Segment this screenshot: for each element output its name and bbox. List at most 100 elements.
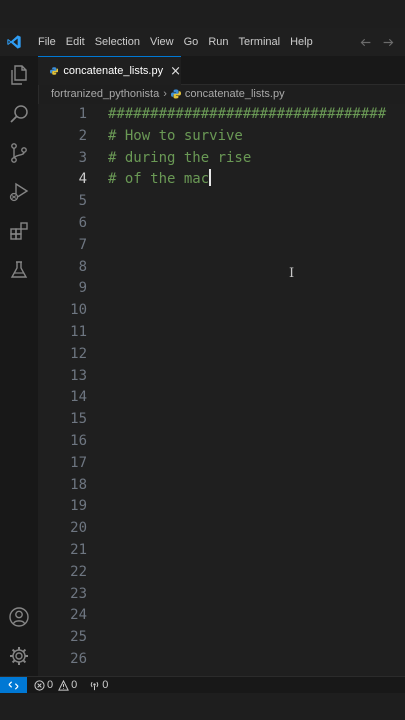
arrow-left-icon[interactable] [359, 36, 372, 49]
navigation-arrows [359, 28, 395, 56]
editor-line[interactable]: 24 [38, 605, 405, 627]
line-number: 14 [70, 389, 87, 406]
tab-concatenate-lists[interactable]: concatenate_lists.py × [38, 56, 181, 85]
error-count: 0 [47, 679, 54, 691]
explorer-icon[interactable] [7, 63, 31, 87]
line-number: 24 [70, 607, 87, 624]
editor-line[interactable]: 22 [38, 562, 405, 584]
line-number: 7 [78, 236, 87, 253]
line-number: 15 [70, 411, 87, 428]
breadcrumb-file[interactable]: concatenate_lists.py [185, 88, 285, 100]
line-number: 4 [78, 171, 87, 188]
editor-line[interactable]: 15 [38, 409, 405, 431]
line-number: 2 [78, 127, 87, 144]
menu-run[interactable]: Run [203, 28, 233, 56]
editor-line[interactable]: 4 # of the mac [38, 169, 405, 191]
editor-line[interactable]: 18 [38, 475, 405, 497]
line-number: 9 [78, 280, 87, 297]
line-number: 16 [70, 433, 87, 449]
broadcast-icon [91, 681, 99, 690]
extensions-icon[interactable] [7, 219, 31, 243]
editor-line[interactable]: 9 [38, 278, 405, 300]
line-number: 17 [70, 454, 87, 471]
editor-line[interactable]: 25 [38, 627, 405, 649]
code-comment: ################################# [108, 106, 387, 122]
editor-line[interactable]: 14 [38, 387, 405, 409]
editor-line[interactable]: 17 [38, 453, 405, 475]
editor-line[interactable]: 2 # How to survive [38, 126, 405, 148]
code-editor[interactable]: 1 ################################# 2 # How… [38, 104, 405, 676]
tab-bar: concatenate_lists.py × [38, 56, 405, 85]
breadcrumb-folder[interactable]: fortranized_pythonista [51, 88, 159, 100]
editor-line[interactable]: 26 [38, 649, 405, 671]
testing-icon[interactable] [7, 258, 31, 282]
editor-line[interactable]: 21 [38, 540, 405, 562]
ports-count: 0 [102, 679, 109, 691]
line-number: 13 [70, 367, 87, 384]
editor-line[interactable]: 6 [38, 213, 405, 235]
python-file-icon [50, 67, 59, 75]
line-number: 26 [70, 651, 87, 667]
remote-icon[interactable] [0, 677, 27, 693]
editor-line[interactable]: 19 [38, 496, 405, 518]
line-number: 12 [70, 345, 87, 362]
editor-line[interactable]: 20 [38, 518, 405, 540]
source-control-icon[interactable] [7, 141, 31, 165]
code-comment: # during the rise [108, 149, 252, 166]
status-bar: 0 0 0 [0, 676, 405, 693]
account-icon[interactable] [7, 605, 31, 629]
menu-file[interactable]: File [33, 28, 61, 56]
vscode-logo-icon [7, 35, 21, 49]
editor-line[interactable]: 3 # during the rise [38, 148, 405, 170]
line-number: 5 [78, 193, 87, 210]
editor-line[interactable]: 23 [38, 584, 405, 606]
line-number: 11 [70, 324, 87, 340]
line-number: 21 [70, 542, 87, 558]
close-icon[interactable]: × [170, 65, 181, 78]
manage-gear-icon[interactable] [7, 644, 31, 668]
run-debug-icon[interactable] [7, 180, 31, 204]
warning-icon [58, 679, 70, 691]
line-number: 10 [70, 302, 87, 319]
line-number: 19 [70, 498, 87, 515]
python-file-icon [170, 89, 181, 99]
line-number: 3 [78, 149, 87, 166]
line-number: 25 [70, 629, 87, 646]
chevron-right-icon: › [163, 88, 167, 100]
menu-go[interactable]: Go [179, 28, 204, 56]
editor-line[interactable]: 8 [38, 257, 405, 279]
problems-indicator[interactable]: 0 0 [34, 679, 77, 691]
mouse-text-cursor-icon: I [289, 266, 295, 281]
line-number: 8 [78, 258, 87, 275]
editor-line[interactable]: 11 [38, 322, 405, 344]
editor-line[interactable]: 1 ################################# [38, 104, 405, 126]
editor-line[interactable]: 7 [38, 235, 405, 257]
text-caret [209, 169, 212, 187]
line-number: 22 [70, 563, 87, 580]
ports-indicator[interactable]: 0 [89, 679, 108, 691]
editor-line[interactable]: 5 [38, 191, 405, 213]
editor-line[interactable]: 12 [38, 344, 405, 366]
menu-selection[interactable]: Selection [90, 28, 145, 56]
code-comment: # of the mac [108, 169, 212, 188]
menu-view[interactable]: View [145, 28, 179, 56]
line-number: 20 [70, 520, 87, 537]
menu-terminal[interactable]: Terminal [234, 28, 286, 56]
line-number: 1 [78, 106, 87, 122]
search-icon[interactable] [7, 102, 31, 126]
code-comment: # How to survive [108, 127, 243, 144]
breadcrumb: fortranized_pythonista › concatenate_lis… [38, 84, 405, 104]
menu-help[interactable]: Help [285, 28, 318, 56]
tab-label: concatenate_lists.py [63, 65, 164, 77]
line-number: 23 [70, 585, 87, 602]
line-number: 6 [78, 215, 87, 231]
arrow-right-icon[interactable] [382, 36, 395, 49]
menu-edit[interactable]: Edit [61, 28, 90, 56]
editor-line[interactable]: 16 [38, 431, 405, 453]
activity-bar [0, 56, 39, 676]
editor-line[interactable]: 10 [38, 300, 405, 322]
warning-count: 0 [71, 679, 78, 691]
editor-line[interactable]: 13 [38, 366, 405, 388]
vscode-window: File Edit Selection View Go Run Terminal… [0, 0, 405, 720]
menu-bar: File Edit Selection View Go Run Terminal… [0, 28, 405, 56]
